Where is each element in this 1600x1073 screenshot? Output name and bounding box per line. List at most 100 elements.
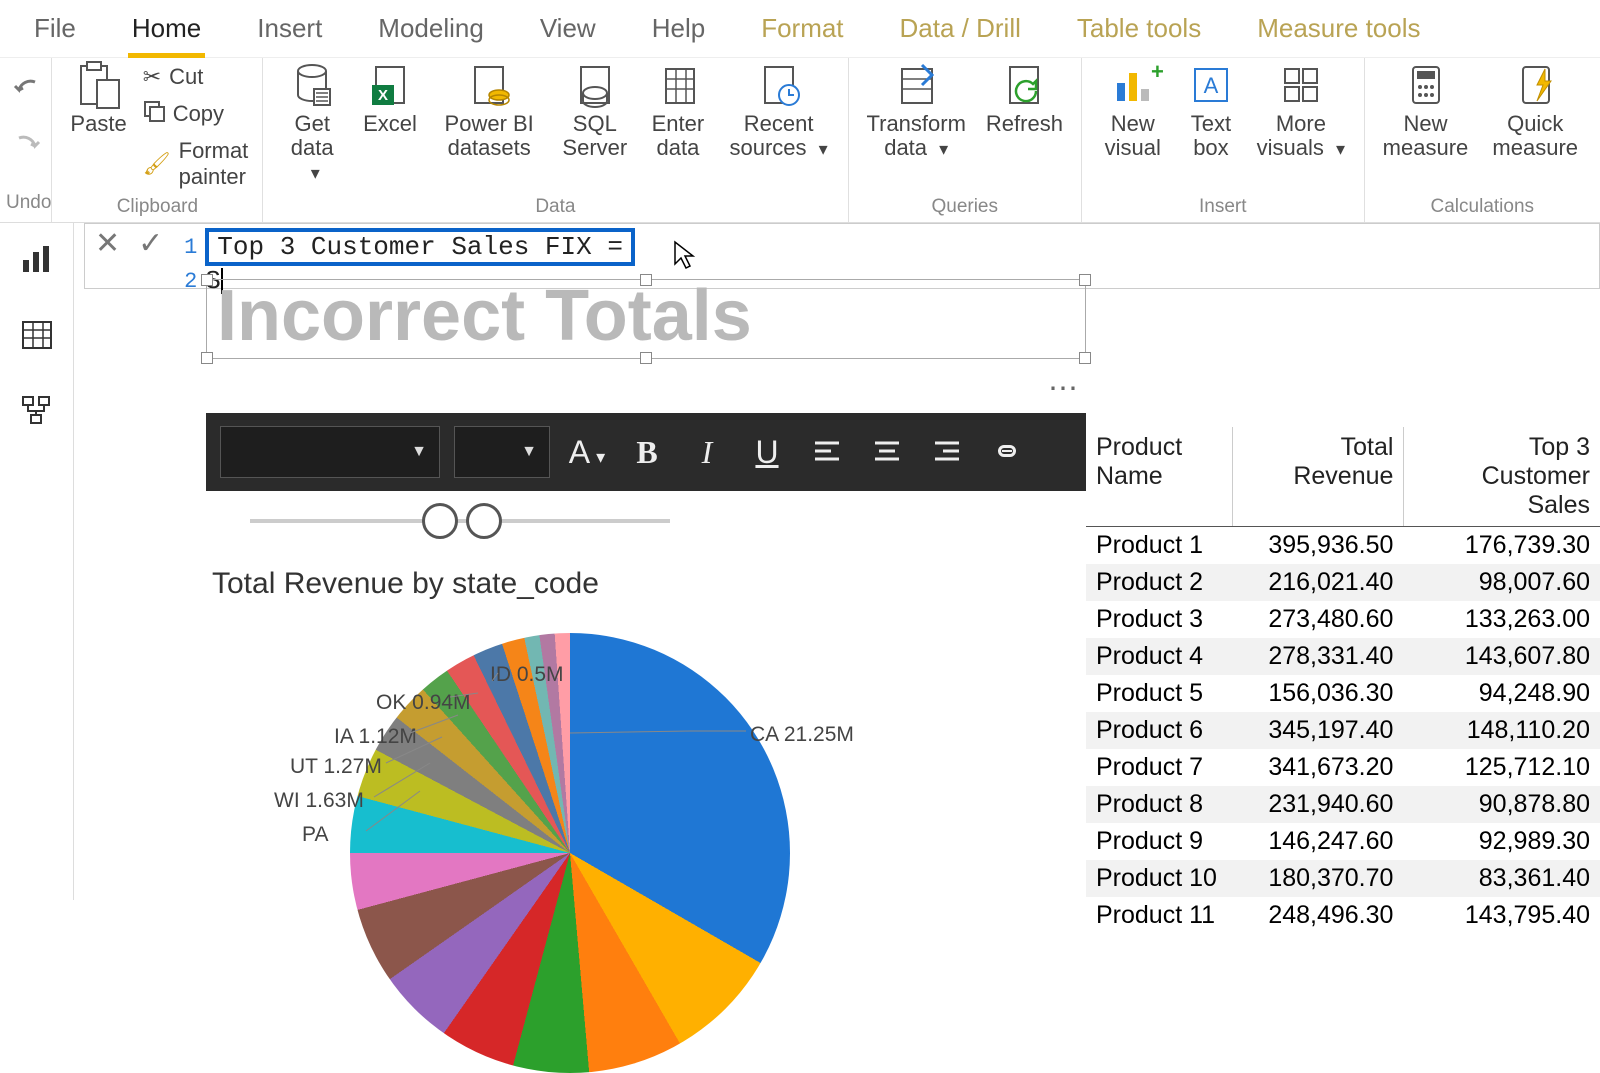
cell-top3-sales: 143,795.40 bbox=[1403, 897, 1600, 934]
ribbon: Undo Paste ✂ Cut Copy bbox=[0, 58, 1600, 223]
cell-total-revenue: 156,036.30 bbox=[1232, 675, 1403, 712]
col-top3-sales[interactable]: Top 3 Customer Sales bbox=[1403, 427, 1600, 526]
pie-leader-lines bbox=[270, 633, 830, 893]
pbi-datasets-label: Power BI datasets bbox=[437, 112, 542, 160]
report-canvas[interactable]: ✕ ✓ 1Top 3 Customer Sales FIX = 2S Incor… bbox=[74, 223, 1600, 900]
menubar: File Home Insert Modeling View Help Form… bbox=[0, 0, 1600, 58]
excel-button[interactable]: X Excel bbox=[359, 62, 421, 136]
align-left-button[interactable] bbox=[804, 434, 850, 471]
copy-button[interactable]: Copy bbox=[143, 100, 249, 128]
model-view-button[interactable] bbox=[17, 391, 57, 431]
menu-home[interactable]: Home bbox=[128, 13, 205, 44]
menu-modeling[interactable]: Modeling bbox=[374, 13, 488, 44]
menu-measure-tools[interactable]: Measure tools bbox=[1253, 13, 1424, 44]
transform-data-button[interactable]: Transform data ▾ bbox=[863, 62, 970, 160]
cell-top3-sales: 98,007.60 bbox=[1403, 564, 1600, 601]
resize-handle[interactable] bbox=[1079, 352, 1091, 364]
ribbon-group-clipboard: Paste ✂ Cut Copy 🖌 Format painter bbox=[52, 58, 263, 222]
hyperlink-button[interactable] bbox=[984, 434, 1030, 471]
title-text: Incorrect Totals bbox=[207, 280, 1085, 352]
table-row[interactable]: Product 6345,197.40148,110.20 bbox=[1086, 712, 1600, 749]
visual-more-options[interactable]: ⋯ bbox=[1048, 371, 1082, 406]
pbi-datasets-button[interactable]: Power BI datasets bbox=[433, 62, 546, 160]
table-row[interactable]: Product 9146,247.6092,989.30 bbox=[1086, 823, 1600, 860]
cell-total-revenue: 278,331.40 bbox=[1232, 638, 1403, 675]
resize-handle[interactable] bbox=[201, 274, 213, 286]
table-row[interactable]: Product 2216,021.4098,007.60 bbox=[1086, 564, 1600, 601]
data-view-button[interactable] bbox=[17, 315, 57, 355]
ribbon-group-insert: + New visual A Text box More visuals ▾ I… bbox=[1082, 58, 1365, 222]
new-measure-button[interactable]: New measure bbox=[1379, 62, 1473, 160]
table-row[interactable]: Product 8231,940.6090,878.80 bbox=[1086, 786, 1600, 823]
cell-top3-sales: 94,248.90 bbox=[1403, 675, 1600, 712]
italic-button[interactable]: I bbox=[684, 434, 730, 471]
col-total-revenue[interactable]: Total Revenue bbox=[1232, 427, 1403, 526]
cell-product-name: Product 9 bbox=[1086, 823, 1232, 860]
menu-format[interactable]: Format bbox=[757, 13, 847, 44]
resize-handle[interactable] bbox=[1079, 274, 1091, 286]
table-row[interactable]: Product 3273,480.60133,263.00 bbox=[1086, 601, 1600, 638]
text-box-label: Text box bbox=[1186, 112, 1237, 160]
ribbon-group-data: Get data ▾ X Excel Power BI datasets SQL… bbox=[263, 58, 848, 222]
cell-top3-sales: 148,110.20 bbox=[1403, 712, 1600, 749]
report-view-button[interactable] bbox=[17, 239, 57, 279]
table-row[interactable]: Product 7341,673.20125,712.10 bbox=[1086, 749, 1600, 786]
enter-data-button[interactable]: Enter data bbox=[644, 62, 711, 160]
align-center-button[interactable] bbox=[864, 434, 910, 471]
font-size-select[interactable]: ▼ bbox=[454, 426, 550, 478]
table-row[interactable]: Product 4278,331.40143,607.80 bbox=[1086, 638, 1600, 675]
table-row[interactable]: Product 1395,936.50176,739.30 bbox=[1086, 527, 1600, 564]
cell-total-revenue: 341,673.20 bbox=[1232, 749, 1403, 786]
cell-product-name: Product 3 bbox=[1086, 601, 1232, 638]
data-table[interactable]: Product Name Total Revenue Top 3 Custome… bbox=[1086, 427, 1600, 934]
underline-button[interactable]: U bbox=[744, 434, 790, 471]
paste-button[interactable]: Paste bbox=[66, 62, 130, 136]
bold-button[interactable]: B bbox=[624, 434, 670, 471]
ribbon-group-queries: Transform data ▾ Refresh Queries bbox=[849, 58, 1082, 222]
quick-measure-button[interactable]: Quick measure bbox=[1484, 62, 1586, 160]
get-data-button[interactable]: Get data ▾ bbox=[277, 62, 347, 185]
slider-thumb-min[interactable] bbox=[422, 503, 458, 539]
slider-thumb-max[interactable] bbox=[466, 503, 502, 539]
slider-track bbox=[250, 519, 670, 523]
refresh-button[interactable]: Refresh bbox=[982, 62, 1067, 136]
menu-insert[interactable]: Insert bbox=[253, 13, 326, 44]
menu-table-tools[interactable]: Table tools bbox=[1073, 13, 1205, 44]
format-painter-button[interactable]: 🖌 Format painter bbox=[143, 138, 249, 190]
text-box-button[interactable]: A Text box bbox=[1182, 62, 1241, 160]
cut-button[interactable]: ✂ Cut bbox=[143, 64, 249, 90]
cell-product-name: Product 1 bbox=[1086, 527, 1232, 564]
title-textbox[interactable]: Incorrect Totals bbox=[206, 279, 1086, 359]
font-family-select[interactable]: ▼ bbox=[220, 426, 440, 478]
enter-data-label: Enter data bbox=[648, 112, 707, 160]
range-slider[interactable] bbox=[250, 501, 670, 541]
table-row[interactable]: Product 5156,036.3094,248.90 bbox=[1086, 675, 1600, 712]
resize-handle[interactable] bbox=[640, 352, 652, 364]
group-label-clipboard: Clipboard bbox=[117, 196, 198, 222]
pie-chart[interactable]: CA 21.25M ID 0.5M OK 0.94M IA 1.12M UT 1… bbox=[330, 633, 810, 943]
menu-help[interactable]: Help bbox=[648, 13, 709, 44]
more-visuals-button[interactable]: More visuals ▾ bbox=[1252, 62, 1349, 160]
resize-handle[interactable] bbox=[640, 274, 652, 286]
table-row[interactable]: Product 10180,370.7083,361.40 bbox=[1086, 860, 1600, 897]
table-row[interactable]: Product 11248,496.30143,795.40 bbox=[1086, 897, 1600, 934]
cell-total-revenue: 231,940.60 bbox=[1232, 786, 1403, 823]
menu-data-drill[interactable]: Data / Drill bbox=[896, 13, 1025, 44]
col-product-name[interactable]: Product Name bbox=[1086, 427, 1232, 526]
redo-button[interactable] bbox=[9, 126, 49, 166]
align-right-button[interactable] bbox=[924, 434, 970, 471]
resize-handle[interactable] bbox=[201, 352, 213, 364]
menu-file[interactable]: File bbox=[30, 13, 80, 44]
recent-sources-button[interactable]: Recent sources ▾ bbox=[724, 62, 834, 160]
font-color-button[interactable]: A▾ bbox=[564, 434, 610, 471]
menu-view[interactable]: View bbox=[536, 13, 600, 44]
formula-line-1: Top 3 Customer Sales FIX = bbox=[205, 228, 635, 266]
cell-top3-sales: 143,607.80 bbox=[1403, 638, 1600, 675]
undo-button[interactable] bbox=[9, 70, 49, 110]
new-visual-button[interactable]: + New visual bbox=[1096, 62, 1170, 160]
cell-product-name: Product 2 bbox=[1086, 564, 1232, 601]
sql-server-button[interactable]: SQL Server bbox=[557, 62, 632, 160]
cancel-formula-button[interactable]: ✕ bbox=[95, 229, 120, 259]
chevron-down-icon: ▾ bbox=[819, 139, 828, 159]
commit-formula-button[interactable]: ✓ bbox=[138, 229, 163, 259]
